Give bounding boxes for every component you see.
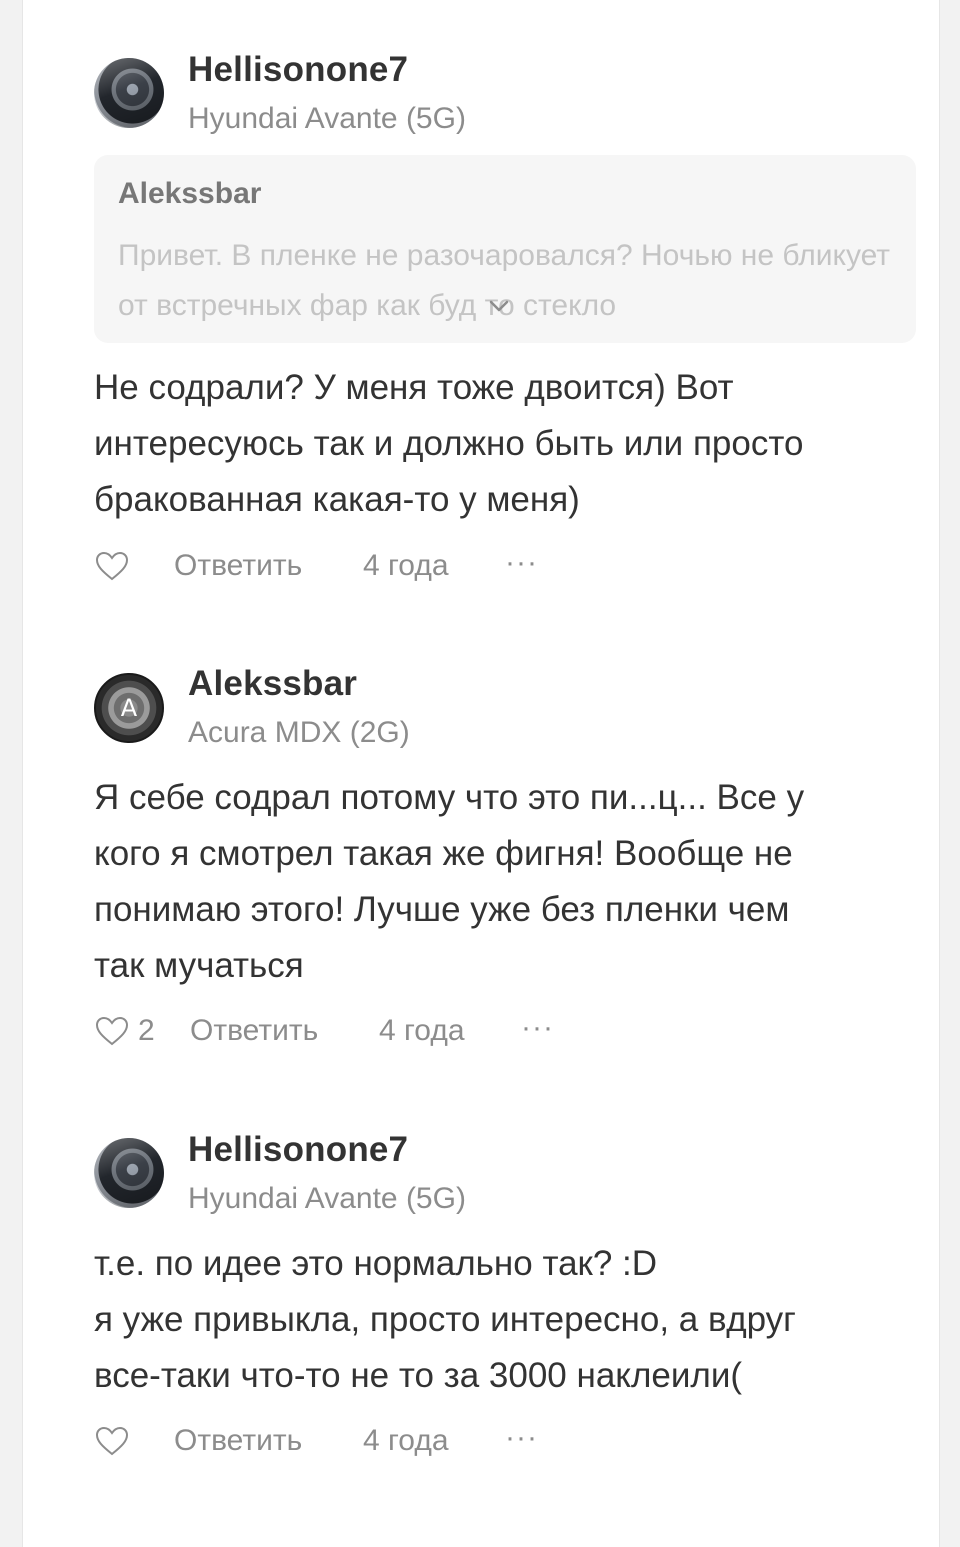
heart-icon[interactable]	[94, 550, 130, 582]
comment-actions: Ответить 4 года ···	[94, 1421, 694, 1461]
comment-author[interactable]: Hellisonone7	[188, 50, 408, 90]
author-car[interactable]: Hyundai Avante (5G)	[188, 1182, 466, 1216]
author-car[interactable]: Acura MDX (2G)	[188, 716, 410, 750]
reply-button[interactable]: Ответить	[174, 1421, 302, 1461]
chevron-down-icon[interactable]	[488, 295, 510, 317]
comment-text: т.е. по идее это нормально так? :D я уже…	[94, 1244, 796, 1395]
avatar-letter: A	[120, 694, 138, 722]
comment-text: Я себе содрал потому что это пи...ц... В…	[94, 778, 805, 985]
heart-icon[interactable]	[94, 1425, 130, 1457]
comment-time[interactable]: 4 года	[379, 1011, 465, 1051]
comment-time[interactable]: 4 года	[363, 546, 449, 586]
comment-author[interactable]: Hellisonone7	[188, 1130, 408, 1170]
reply-button[interactable]: Ответить	[174, 546, 302, 586]
comment-text: Не содрали? У меня тоже двоится) Вот инт…	[94, 368, 804, 519]
like-count: 2	[138, 1014, 155, 1047]
comment-time[interactable]: 4 года	[363, 1421, 449, 1461]
avatar[interactable]: A	[94, 673, 164, 743]
more-options-icon[interactable]: ···	[505, 1421, 538, 1455]
avatar[interactable]	[94, 1138, 164, 1208]
comment-author[interactable]: Alekssbar	[188, 664, 357, 704]
quote-author: Alekssbar	[118, 177, 262, 210]
more-options-icon[interactable]: ···	[521, 1011, 554, 1045]
comments-page: Hellisonone7 Hyundai Avante (5G) Alekssb…	[22, 0, 940, 1547]
quoted-comment[interactable]: Alekssbar Привет. В пленке не разочарова…	[94, 155, 916, 343]
comment-actions: 2 Ответить 4 года ···	[94, 1011, 694, 1051]
avatar[interactable]	[94, 58, 164, 128]
more-options-icon[interactable]: ···	[505, 546, 538, 580]
reply-button[interactable]: Ответить	[190, 1011, 318, 1051]
author-car[interactable]: Hyundai Avante (5G)	[188, 102, 466, 136]
heart-icon[interactable]	[94, 1015, 130, 1047]
comment-actions: Ответить 4 года ···	[94, 546, 694, 586]
